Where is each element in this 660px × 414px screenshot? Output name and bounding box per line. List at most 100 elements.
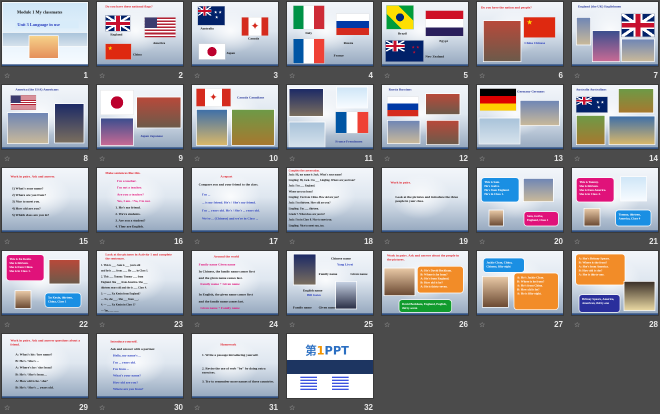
slide-thumbnail-16[interactable]: Make sentences like this. I'm a teacher. I… [97, 168, 187, 248]
slide-transition-icon[interactable]: ☆ [194, 73, 200, 80]
slide-thumbnail-9[interactable]: Japan Japanese ☆ 9 [97, 85, 187, 165]
slide-thumbnail-21[interactable]: This is Tommy. She is thirteen. She is fro… [572, 168, 660, 248]
slide-canvas: Homework 1. Write a passage introducing y… [192, 334, 278, 398]
slide-thumbnail-20[interactable]: This is Sam. He's twelve. He's from Englan… [477, 168, 567, 248]
slide-transition-icon[interactable]: ☆ [99, 156, 105, 163]
slide-transition-icon[interactable]: ☆ [479, 156, 485, 163]
slide-thumbnail-32[interactable]: 第1PPT ☆ 32 [287, 334, 377, 414]
slide-preview[interactable]: Look at the pictures in Activity 1 and c… [97, 251, 183, 315]
slide-preview[interactable]: Make sentences like this. I'm a teacher. I… [97, 168, 183, 232]
slide-text-line: and he is ___ from ___. He ___ in Class … [100, 269, 149, 273]
slide-transition-icon[interactable]: ☆ [289, 239, 295, 246]
slide-thumbnail-22[interactable]: This is Xu Kexin. She is thirteen. She is … [2, 251, 92, 331]
slide-thumbnail-27[interactable]: Jackie Chan, China, Chinese, fifty-eight… [477, 251, 567, 331]
slide-transition-icon[interactable]: ☆ [4, 322, 10, 329]
slide-text: Work in pairs. Ask and answer about the … [386, 253, 459, 262]
slide-transition-icon[interactable]: ☆ [289, 322, 295, 329]
slide-preview[interactable]: This is Sam. He's twelve. He's from Englan… [477, 168, 563, 232]
slide-preview[interactable]: Jackie Chan, China, Chinese, fifty-eight… [477, 251, 563, 315]
slide-preview[interactable]: Module 1 My classmates Unit 3 Language in… [2, 2, 88, 66]
slide-preview[interactable]: Work in pairs. Ask and answer. 1) What's … [2, 168, 88, 232]
slide-transition-icon[interactable]: ☆ [479, 73, 485, 80]
slide-preview[interactable]: Around the world Family name Given name In… [192, 251, 278, 315]
slide-text-line: Hello, my name's ... [112, 353, 141, 358]
slide-preview[interactable]: Complete the conversation. Jack: Hi, my n… [287, 168, 373, 232]
slide-transition-icon[interactable]: ☆ [574, 156, 580, 163]
slide-thumbnail-15[interactable]: Work in pairs. Ask and answer. 1) What's … [2, 168, 92, 248]
japan-flag [198, 43, 226, 60]
slide-preview[interactable]: France Frenchmen [287, 85, 373, 149]
slide-transition-icon[interactable]: ☆ [4, 239, 10, 246]
slide-thumbnail-29[interactable]: Work in pairs. Ask and answer questions … [2, 334, 92, 414]
slide-thumbnail-30[interactable]: Introduce yourself. Ask and answer with a… [97, 334, 187, 414]
slide-preview[interactable]: Introduce yourself. Ask and answer with a… [97, 334, 183, 398]
slide-thumbnail-28[interactable]: A: She's Britney Spears. B: Where is she … [572, 251, 660, 331]
slide-transition-icon[interactable]: ☆ [99, 73, 105, 80]
slide-transition-icon[interactable]: ☆ [384, 73, 390, 80]
slide-thumbnail-5[interactable]: Brazil Egypt ★ ★ ★ New Zealand ☆ 5 [382, 2, 472, 82]
slide-thumbnail-19[interactable]: Work in pairs. Look at the pictures and i… [382, 168, 472, 248]
slide-transition-icon[interactable]: ☆ [384, 156, 390, 163]
slide-transition-icon[interactable]: ☆ [384, 239, 390, 246]
slide-thumbnail-26[interactable]: Work in pairs. Ask and answer about the … [382, 251, 472, 331]
slide-thumbnail-13[interactable]: Germany Germans ☆ 13 [477, 85, 567, 165]
slide-preview[interactable]: Russia Russians [382, 85, 468, 149]
slide-preview[interactable]: Work in pairs. Look at the pictures and i… [382, 168, 468, 232]
slide-preview[interactable]: 第1PPT [287, 334, 373, 398]
slide-thumbnail-7[interactable]: England (the UK) Englishmen ☆ 7 [572, 2, 660, 82]
slide-transition-icon[interactable]: ☆ [574, 322, 580, 329]
slide-thumbnail-11[interactable]: France Frenchmen ☆ 11 [287, 85, 377, 165]
slide-thumbnail-2[interactable]: Do you have these national flags? England… [97, 2, 187, 82]
slide-preview[interactable]: A report Compare you and your friend to t… [192, 168, 278, 232]
slide-preview[interactable]: Work in pairs. Ask and answer questions … [2, 334, 88, 398]
slide-thumbnail-3[interactable]: ★ ★ ★ Australia ✦ Canada Japan ☆ 3 [192, 2, 282, 82]
slide-thumbnail-25[interactable]: Chinese name Yang Liwei Family name Given n… [287, 251, 377, 331]
slide-transition-icon[interactable]: ☆ [574, 239, 580, 246]
slide-transition-icon[interactable]: ☆ [4, 156, 10, 163]
slide-preview[interactable]: America (the USA) Americans [2, 85, 88, 149]
bubble-text-line: A: He is thirty-seven. [420, 284, 448, 289]
slide-transition-icon[interactable]: ☆ [479, 322, 485, 329]
slide-preview[interactable]: This is Tommy. She is thirteen. She is fro… [572, 168, 658, 232]
slide-transition-icon[interactable]: ☆ [194, 239, 200, 246]
slide-preview[interactable]: Do you have the nation and people? ★ China… [477, 2, 563, 66]
slide-preview[interactable]: England (the UK) Englishmen [572, 2, 658, 66]
slide-transition-icon[interactable]: ☆ [289, 156, 295, 163]
slide-preview[interactable]: Japan Japanese [97, 85, 183, 149]
slide-transition-icon[interactable]: ☆ [479, 239, 485, 246]
slide-thumbnail-31[interactable]: Homework 1. Write a passage introducing y… [192, 334, 282, 414]
slide-preview[interactable]: Chinese name Yang Liwei Family name Given n… [287, 251, 373, 315]
slide-thumbnail-23[interactable]: Look at the pictures in Activity 1 and c… [97, 251, 187, 331]
slide-preview[interactable]: ✦ Canada Canadians [192, 85, 278, 149]
slide-transition-icon[interactable]: ☆ [384, 322, 390, 329]
slide-canvas: Russia Russians [382, 85, 468, 149]
slide-preview[interactable]: Work in pairs. Ask and answer about the … [382, 251, 468, 315]
slide-thumbnail-6[interactable]: Do you have the nation and people? ★ China… [477, 2, 567, 82]
slide-preview[interactable]: Australia Australians ★ ★ ★ [572, 85, 658, 149]
slide-preview[interactable]: This is Xu Kexin. She is thirteen. She is … [2, 251, 88, 315]
photo-image [478, 117, 521, 145]
slide-preview[interactable]: ★ ★ ★ Australia ✦ Canada Japan [192, 2, 278, 66]
slide-transition-icon[interactable]: ☆ [99, 322, 105, 329]
slide-preview[interactable]: Germany Germans [477, 85, 563, 149]
slide-thumbnail-8[interactable]: America (the USA) Americans ☆ 8 [2, 85, 92, 165]
slide-transition-icon[interactable]: ☆ [574, 73, 580, 80]
slide-thumbnail-10[interactable]: ✦ Canada Canadians ☆ 10 [192, 85, 282, 165]
slide-preview[interactable]: Homework 1. Write a passage introducing y… [192, 334, 278, 398]
slide-transition-icon[interactable]: ☆ [289, 73, 295, 80]
slide-preview[interactable]: Italy Russia France [287, 2, 373, 66]
slide-thumbnail-14[interactable]: Australia Australians ★ ★ ★ ☆ 14 [572, 85, 660, 165]
slide-thumbnail-1[interactable]: Module 1 My classmates Unit 3 Language in… [2, 2, 92, 82]
slide-transition-icon[interactable]: ☆ [4, 73, 10, 80]
slide-thumbnail-18[interactable]: Complete the conversation. Jack: Hi, my n… [287, 168, 377, 248]
slide-thumbnail-24[interactable]: Around the world Family name Given name In… [192, 251, 282, 331]
slide-preview[interactable]: Do you have these national flags? England… [97, 2, 183, 66]
slide-thumbnail-12[interactable]: Russia Russians ☆ 12 [382, 85, 472, 165]
slide-transition-icon[interactable]: ☆ [194, 322, 200, 329]
slide-thumbnail-17[interactable]: A report Compare you and your friend to t… [192, 168, 282, 248]
slide-transition-icon[interactable]: ☆ [194, 156, 200, 163]
slide-thumbnail-4[interactable]: Italy Russia France ☆ 4 [287, 2, 377, 82]
slide-transition-icon[interactable]: ☆ [99, 239, 105, 246]
slide-preview[interactable]: A: She's Britney Spears. B: Where is she … [572, 251, 658, 315]
slide-preview[interactable]: Brazil Egypt ★ ★ ★ New Zealand [382, 2, 468, 66]
